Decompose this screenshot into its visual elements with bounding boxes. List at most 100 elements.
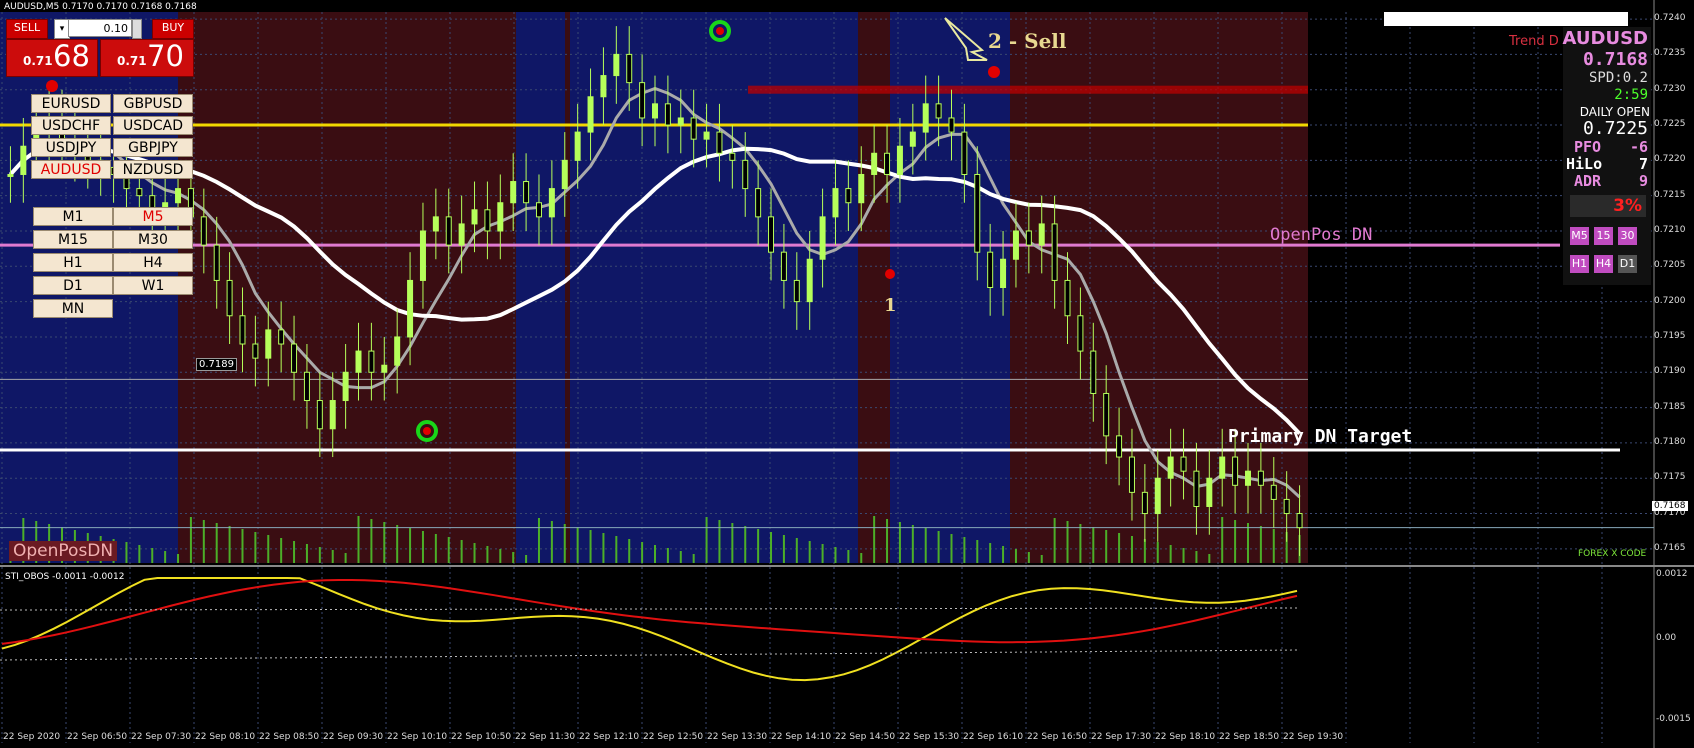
signal-one-annotation: 1 [884,295,897,316]
time-tick: 22 Sep 12:50 [643,732,704,742]
lot-increase-button[interactable] [132,19,142,39]
currency-button[interactable]: GBPJPY [113,138,193,157]
volume-bar [164,551,167,563]
lot-size-input[interactable]: 0.10 [68,19,132,37]
info-tf-button[interactable]: H4 [1594,255,1613,273]
currency-button[interactable]: GBPUSD [113,94,193,113]
volume-bar [1234,520,1237,563]
volume-bar [357,516,360,563]
buy-price-big: 70 [147,39,184,73]
volume-bar [305,544,308,563]
volume-bar [1272,529,1275,563]
timeframe-button[interactable]: H4 [113,253,193,272]
candle-body [510,181,517,204]
chart-canvas[interactable] [0,0,1694,748]
currency-button-selected[interactable]: AUDUSD [31,160,111,179]
time-tick: 22 Sep 13:30 [707,732,768,742]
volume-bar [834,547,837,563]
openposdn-badge: OpenPosDN [9,541,118,561]
timeframe-button[interactable]: H1 [33,253,113,272]
timeframe-button-selected[interactable]: M5 [113,207,193,226]
currency-button[interactable]: NZDUSD [113,160,193,179]
time-tick: 22 Sep 06:50 [67,732,128,742]
openpos-dn-label: OpenPos DN [1270,225,1373,245]
candle-body [600,75,607,98]
info-tf-button[interactable]: D1 [1618,255,1637,273]
red-dot [423,427,431,435]
candle-body [303,371,310,402]
time-tick: 22 Sep 12:10 [579,732,640,742]
candle-body [652,103,658,119]
currency-button[interactable]: USDCAD [113,116,193,135]
timeframe-button[interactable]: W1 [113,276,193,295]
buy-price-button[interactable]: 0.71 70 [100,39,194,77]
obos-upper-band [0,607,1301,611]
candle-body [252,343,259,359]
price-tick: 0.7200 [1654,295,1686,306]
candle-body [1103,392,1110,437]
candle-body [1012,230,1019,260]
volume-bar [344,553,347,563]
candle-body [871,152,878,175]
sell-price-big: 68 [53,39,90,73]
candle-body [1141,491,1148,515]
info-adr: 9 [1638,172,1648,190]
sell-button[interactable]: SELL [6,19,48,39]
candle-body [355,350,362,373]
candle-body [1180,456,1187,472]
volume-bar [937,531,940,563]
volume-bar [1208,554,1211,563]
timeframe-button[interactable]: D1 [33,276,113,295]
current-price-tag: 0.7168 [1652,501,1688,511]
volume-bar [705,517,708,563]
candle-body [884,152,891,175]
volume-bar [576,527,579,563]
candle-body [548,188,555,218]
candle-body [1090,350,1097,394]
candle-body [200,216,207,246]
resistance-band [748,85,1308,94]
volume-bar [770,532,773,563]
sell-price-button[interactable]: 0.71 68 [6,39,98,77]
timeframe-button[interactable]: MN [33,299,113,318]
volume-bar [499,549,502,563]
candle-body [1270,484,1277,500]
candle-body [484,209,491,232]
currency-button[interactable]: EURUSD [31,94,111,113]
volume-bar [744,526,747,563]
currency-button[interactable]: USDCHF [31,116,111,135]
info-tf-button[interactable]: M5 [1570,227,1589,245]
info-tf-button[interactable]: 15 [1594,227,1613,245]
candle-body [935,103,942,119]
volume-bar [808,541,811,563]
price-tick: 0.7195 [1654,330,1686,341]
candle-body [561,159,568,190]
volume-bar [202,520,205,563]
volume-bar [1040,555,1043,563]
buy-price-small: 0.71 [117,54,147,68]
buy-button[interactable]: BUY [152,19,194,39]
info-tf-button[interactable]: H1 [1570,255,1589,273]
timeframe-button[interactable]: M1 [33,207,113,226]
indicator-axis-top: 0.0012 [1656,569,1688,579]
candle-body [626,53,633,84]
volume-bar [460,540,463,563]
price-tick: 0.7225 [1654,119,1686,130]
candle-body [1219,456,1226,479]
candle-body [265,329,272,359]
timeframe-button[interactable]: M15 [33,230,113,249]
time-tick: 22 Sep 19:30 [1283,732,1344,742]
candle-body [716,131,723,154]
time-tick: 22 Sep 14:10 [771,732,832,742]
info-tf-button[interactable]: 30 [1618,227,1637,245]
info-price: 0.7168 [1582,49,1648,70]
price-tick: 0.7220 [1654,154,1686,165]
candle-body [1154,477,1161,515]
volume-bar [795,538,798,563]
currency-button[interactable]: USDJPY [31,138,111,157]
candle-body [329,400,336,430]
volume-bar [1118,533,1121,563]
timeframe-button[interactable]: M30 [113,230,193,249]
volume-bar [280,538,283,563]
volume-bar [189,517,192,563]
